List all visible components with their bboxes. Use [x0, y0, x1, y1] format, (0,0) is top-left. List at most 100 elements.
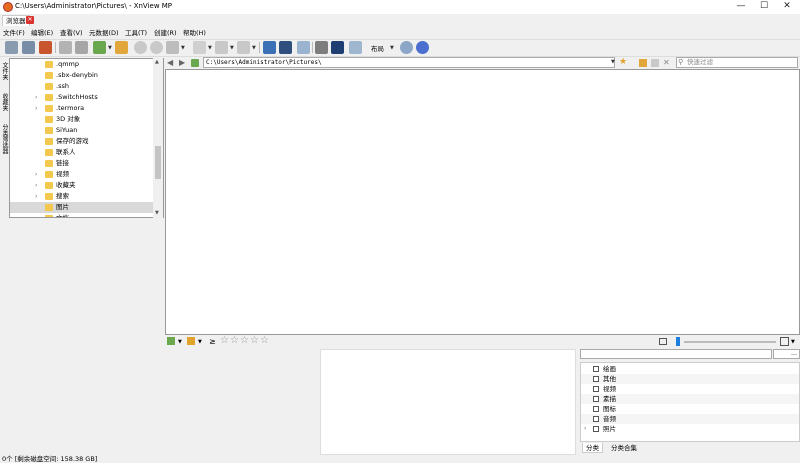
batch-icon[interactable] [166, 41, 179, 54]
tab-category-filter[interactable]: 分类筛选器 [0, 124, 9, 154]
category-options-dropdown[interactable]: … [773, 349, 800, 359]
category-checkbox[interactable] [593, 426, 599, 432]
category-item[interactable]: 视频 [581, 384, 799, 394]
tree-item[interactable]: SiYuan [10, 125, 154, 136]
thumbnail-size-icon[interactable] [659, 338, 667, 345]
sort-icon[interactable] [193, 41, 206, 54]
tab-close-icon[interactable]: ✕ [26, 16, 34, 24]
tree-item[interactable]: › 搜索 [10, 191, 154, 202]
menu-help[interactable]: 帮助(H) [183, 28, 206, 39]
rating-star-icon[interactable]: ☆ [240, 336, 249, 346]
category-item[interactable]: 绘画 [581, 364, 799, 374]
delete-icon[interactable]: ✕ [663, 58, 670, 67]
tree-item[interactable]: › 文档 [10, 213, 154, 217]
settings-tools-icon[interactable] [349, 41, 362, 54]
menu-view[interactable]: 查看(V) [60, 28, 83, 39]
tree-item[interactable]: 图片 [10, 202, 154, 213]
tree-item[interactable]: 链接 [10, 158, 154, 169]
tree-item[interactable]: › 收藏夹 [10, 180, 154, 191]
chevron-right-icon[interactable]: › [35, 180, 37, 191]
import-icon[interactable] [39, 41, 52, 54]
folder-tree[interactable]: .qmmp .sbx-denybin .ssh › .SwitchHosts › .term… [9, 58, 164, 218]
tree-item[interactable]: › .SwitchHosts [10, 92, 154, 103]
scroll-down-icon[interactable]: ▼ [155, 210, 159, 216]
move-icon[interactable] [75, 41, 88, 54]
chevron-down-icon[interactable]: ▼ [252, 45, 256, 51]
gear-icon[interactable] [400, 41, 413, 54]
layout-menu-label[interactable]: 布局 [371, 43, 384, 53]
fullscreen-icon[interactable] [263, 41, 276, 54]
category-checkbox[interactable] [593, 406, 599, 412]
tree-item[interactable]: 联系人 [10, 147, 154, 158]
chevron-down-icon[interactable]: ▼ [390, 45, 394, 51]
favorite-folder-icon[interactable] [93, 41, 106, 54]
forward-icon[interactable]: ▶ [179, 58, 185, 67]
up-folder-icon[interactable] [191, 59, 199, 67]
menu-metadata[interactable]: 元数据(D) [89, 28, 119, 39]
menu-file[interactable]: 文件(F) [3, 28, 25, 39]
open-folder-icon[interactable] [115, 41, 128, 54]
slideshow-icon[interactable] [297, 41, 310, 54]
print-icon[interactable] [315, 41, 328, 54]
rating-star-icon[interactable]: ☆ [230, 336, 239, 346]
menu-create[interactable]: 创建(R) [154, 28, 177, 39]
tag-icon[interactable] [167, 337, 175, 345]
thumbnails-icon[interactable] [5, 41, 18, 54]
category-checkbox[interactable] [593, 386, 599, 392]
compare-icon[interactable] [279, 41, 292, 54]
copy-icon[interactable] [59, 41, 72, 54]
category-checkbox[interactable] [593, 366, 599, 372]
close-window-button[interactable]: ✕ [771, 0, 800, 14]
chevron-down-icon[interactable]: ▼ [611, 59, 615, 65]
tree-item[interactable]: .sbx-denybin [10, 70, 154, 81]
tree-item[interactable]: › 视频 [10, 169, 154, 180]
quick-filter-input[interactable]: 快速过滤 [676, 57, 798, 68]
chevron-down-icon[interactable]: ▼ [791, 339, 795, 345]
tree-item[interactable]: .qmmp [10, 59, 154, 70]
category-list[interactable]: 绘画 其他 视频 素描 图标 音频 › 照片 [580, 362, 800, 442]
zoom-slider-track[interactable] [684, 341, 776, 343]
chevron-down-icon[interactable]: ▼ [230, 45, 234, 51]
mail-icon[interactable] [22, 41, 35, 54]
chevron-down-icon[interactable]: ▼ [181, 45, 185, 51]
scan-icon[interactable] [331, 41, 344, 54]
category-item[interactable]: 音频 [581, 414, 799, 424]
rating-star-icon[interactable]: ☆ [250, 336, 259, 346]
tree-item[interactable]: 3D 对象 [10, 114, 154, 125]
tab-categories[interactable]: 分类 [582, 443, 603, 453]
category-item[interactable]: 其他 [581, 374, 799, 384]
rating-operator[interactable]: ≥ [209, 337, 216, 346]
scroll-up-icon[interactable]: ▲ [155, 59, 159, 65]
chevron-right-icon[interactable]: › [35, 191, 37, 202]
tree-scrollbar[interactable] [153, 58, 163, 218]
category-item[interactable]: 图标 [581, 404, 799, 414]
category-checkbox[interactable] [593, 396, 599, 402]
chevron-right-icon[interactable]: › [584, 424, 586, 434]
rating-star-icon[interactable]: ☆ [260, 336, 269, 346]
chevron-down-icon[interactable]: ▼ [108, 45, 112, 51]
edit-icon[interactable] [651, 59, 659, 67]
chevron-down-icon[interactable]: ▼ [208, 45, 212, 51]
category-item[interactable]: 素描 [581, 394, 799, 404]
tree-scrollbar-thumb[interactable] [155, 146, 161, 179]
grid-view-icon[interactable] [780, 337, 789, 346]
menu-tools[interactable]: 工具(T) [125, 28, 147, 39]
rotate-left-icon[interactable] [134, 41, 147, 54]
filter-mode-icon[interactable] [237, 41, 250, 54]
file-list[interactable] [165, 69, 800, 335]
category-item[interactable]: › 照片 [581, 424, 799, 434]
chevron-down-icon[interactable]: ▼ [178, 339, 182, 345]
view-mode-icon[interactable] [215, 41, 228, 54]
rotate-right-icon[interactable] [150, 41, 163, 54]
tree-item[interactable]: › .termora [10, 103, 154, 114]
category-checkbox[interactable] [593, 416, 599, 422]
zoom-slider-knob[interactable] [676, 337, 680, 346]
help-icon[interactable] [416, 41, 429, 54]
tab-folders[interactable]: 文件夹 [0, 62, 9, 80]
category-search-input[interactable] [580, 349, 772, 359]
category-checkbox[interactable] [593, 376, 599, 382]
new-folder-icon[interactable] [639, 59, 647, 67]
tree-item[interactable]: .ssh [10, 81, 154, 92]
tree-item[interactable]: 保存的游戏 [10, 136, 154, 147]
chevron-right-icon[interactable]: › [35, 103, 37, 114]
